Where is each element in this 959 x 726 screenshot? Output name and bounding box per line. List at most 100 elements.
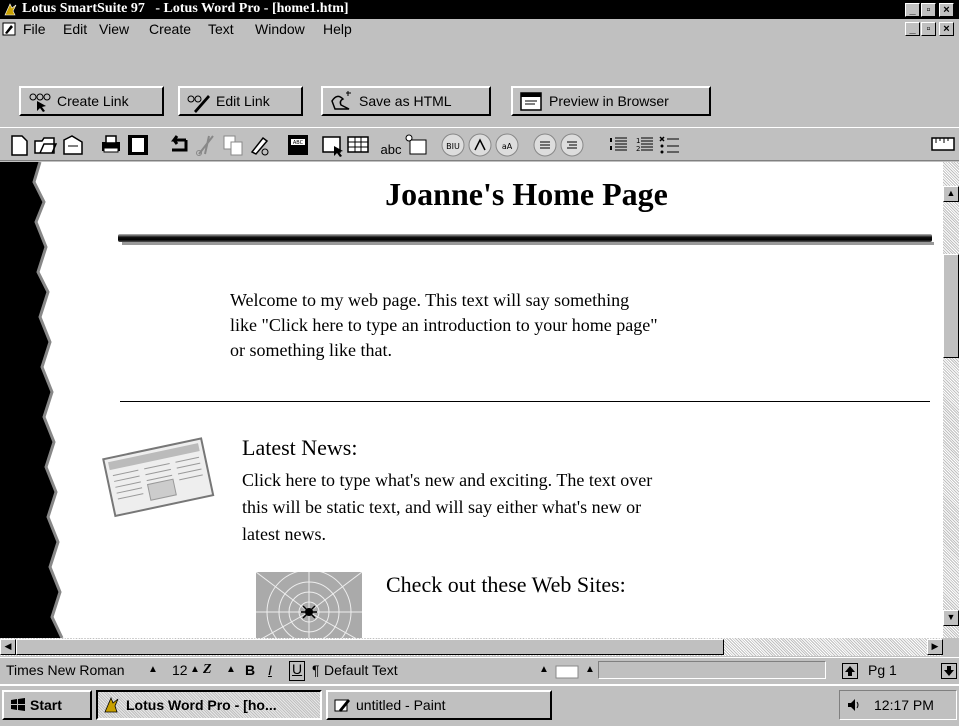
paste-icon[interactable] xyxy=(247,132,273,158)
intro-paragraph[interactable]: Welcome to my web page. This text will s… xyxy=(230,288,800,363)
menu-help[interactable]: Help xyxy=(323,21,352,37)
bold-italic-underline-icon[interactable]: BIU xyxy=(440,132,466,158)
torn-paper-edge-decoration xyxy=(0,162,64,638)
start-button[interactable]: Start xyxy=(2,690,92,720)
menu-edit[interactable]: Edit xyxy=(63,21,87,37)
system-tray: 12:17 PM xyxy=(839,690,957,720)
print-icon[interactable] xyxy=(98,132,124,158)
font-icon[interactable] xyxy=(467,132,493,158)
browser-preview-icon xyxy=(520,92,542,111)
font-size-status[interactable]: 12 xyxy=(172,661,188,679)
windows-taskbar: Start Lotus Word Pro - [ho... untitled -… xyxy=(0,684,959,726)
edit-link-button[interactable]: Edit Link xyxy=(178,86,303,116)
ruler-icon[interactable] xyxy=(930,132,956,158)
numbering-icon[interactable]: 12 xyxy=(632,132,658,158)
taskbar-wordpro-button[interactable]: Lotus Word Pro - [ho... xyxy=(96,690,322,720)
create-link-label: Create Link xyxy=(57,93,129,109)
taskbar-paint-button[interactable]: untitled - Paint xyxy=(326,690,552,720)
scroll-corner xyxy=(943,638,959,656)
internet-toolbar: Create Link Edit Link Save as HTML Previ… xyxy=(0,40,959,126)
maximize-button[interactable]: ▫ xyxy=(921,3,936,17)
preview-in-browser-button[interactable]: Preview in Browser xyxy=(511,86,711,116)
spell-status-arrow-icon[interactable]: ▲ xyxy=(585,661,595,679)
align-icon[interactable] xyxy=(532,132,558,158)
create-link-button[interactable]: Create Link xyxy=(19,86,164,116)
close-button[interactable]: × xyxy=(939,3,954,17)
clock[interactable]: 12:17 PM xyxy=(874,691,934,719)
title-bar[interactable]: Lotus SmartSuite 97 - Lotus Word Pro - [… xyxy=(0,0,959,19)
news-paragraph[interactable]: Click here to type what's new and exciti… xyxy=(242,467,812,548)
decorative-rule-bar xyxy=(118,234,932,242)
vertical-scroll-thumb[interactable] xyxy=(943,254,959,358)
speaker-icon[interactable] xyxy=(846,697,862,713)
spell-status-icon[interactable] xyxy=(555,665,579,679)
scroll-right-button[interactable]: ▶ xyxy=(927,639,943,655)
intro-line: like "Click here to type an introduction… xyxy=(230,315,658,335)
page-number-status[interactable]: Pg 1 xyxy=(868,661,897,679)
news-line: this will be static text, and will say e… xyxy=(242,497,642,517)
insert-frame-icon[interactable] xyxy=(320,132,346,158)
horizontal-rule xyxy=(120,401,930,402)
doc-minimize-button[interactable]: _ xyxy=(905,22,920,36)
spell-check-icon[interactable]: ABC xyxy=(285,132,311,158)
web-sites-heading: Check out these Web Sites: xyxy=(386,572,626,597)
insert-table-icon[interactable] xyxy=(346,132,372,158)
copy-icon[interactable] xyxy=(220,132,246,158)
insert-text-box-icon[interactable] xyxy=(404,132,430,158)
menu-create[interactable]: Create xyxy=(149,21,191,37)
undo-icon[interactable] xyxy=(166,132,192,158)
spider-web-image xyxy=(256,572,362,638)
save-as-html-button[interactable]: Save as HTML xyxy=(321,86,491,116)
italic-icon[interactable]: I xyxy=(268,661,272,679)
paragraph-style-status[interactable]: Default Text xyxy=(324,661,398,679)
smartsuite-icon xyxy=(4,3,17,16)
page-down-icon[interactable] xyxy=(941,663,957,679)
news-heading: Latest News: xyxy=(242,435,358,460)
svg-text:2: 2 xyxy=(636,145,640,153)
scroll-left-button[interactable]: ◀ xyxy=(0,639,16,655)
smarticons-toolbar: ABC abc BIU aA 12 xyxy=(0,127,959,161)
doc-restore-button[interactable]: ▫ xyxy=(921,22,936,36)
menu-window[interactable]: Window xyxy=(255,21,305,37)
bold-icon[interactable]: B xyxy=(245,661,255,679)
horizontal-scroll-thumb[interactable] xyxy=(16,639,724,655)
save-as-html-label: Save as HTML xyxy=(359,93,452,109)
save-icon[interactable] xyxy=(60,132,86,158)
font-size-icon[interactable]: aA xyxy=(494,132,520,158)
attributes-arrow-icon[interactable]: ▲ xyxy=(226,661,236,679)
text-attributes-icon[interactable]: Z xyxy=(203,661,212,679)
menu-file[interactable]: File xyxy=(23,21,46,37)
indent-icon[interactable] xyxy=(559,132,585,158)
document-page[interactable]: Joanne's Home Page Welcome to my web pag… xyxy=(0,162,943,638)
split-handle-icon[interactable] xyxy=(943,168,959,178)
cut-icon[interactable] xyxy=(193,132,219,158)
style-dropdown-arrow-icon[interactable]: ▲ xyxy=(539,661,549,679)
underline-icon[interactable]: U xyxy=(289,661,306,681)
size-dropdown-arrow-icon[interactable]: ▲ xyxy=(190,661,200,679)
document-icon[interactable] xyxy=(2,22,18,36)
menu-view[interactable]: View xyxy=(99,21,129,37)
page-heading: Joanne's Home Page xyxy=(385,176,668,212)
svg-text:aA: aA xyxy=(502,142,513,151)
open-folder-icon[interactable] xyxy=(32,132,58,158)
doc-close-button[interactable]: × xyxy=(939,22,954,36)
svg-text:1: 1 xyxy=(636,137,640,145)
text-style-icon[interactable]: abc xyxy=(378,132,404,158)
bullets-icon[interactable] xyxy=(606,132,632,158)
taskbar-wordpro-label: Lotus Word Pro - [ho... xyxy=(126,697,277,713)
print-preview-icon[interactable] xyxy=(125,132,151,158)
minimize-button[interactable]: _ xyxy=(905,3,920,17)
font-dropdown-arrow-icon[interactable]: ▲ xyxy=(148,661,158,679)
paint-app-icon xyxy=(334,699,350,712)
paragraph-mark-icon: ¶ xyxy=(312,662,320,678)
horizontal-scrollbar[interactable]: ◀ ▶ xyxy=(0,638,943,656)
page-up-icon[interactable] xyxy=(842,663,858,679)
font-name-status[interactable]: Times New Roman xyxy=(6,661,125,679)
scroll-down-button[interactable]: ▼ xyxy=(943,610,959,626)
news-line: Click here to type what's new and exciti… xyxy=(242,470,653,490)
menu-text[interactable]: Text xyxy=(208,21,234,37)
new-document-icon[interactable] xyxy=(6,132,32,158)
checklist-icon[interactable] xyxy=(657,132,683,158)
scroll-up-button[interactable]: ▲ xyxy=(943,186,959,202)
vertical-scrollbar[interactable]: ▲ ▼ xyxy=(943,162,959,638)
